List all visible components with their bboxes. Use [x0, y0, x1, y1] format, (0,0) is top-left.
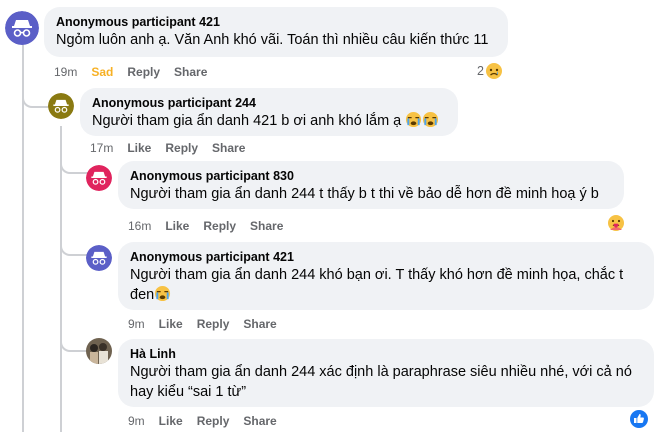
like-button[interactable]: Like	[165, 219, 189, 233]
like-icon	[630, 410, 648, 428]
comment-time[interactable]: 17m	[90, 141, 113, 155]
share-button[interactable]: Share	[243, 414, 276, 428]
anonymous-icon	[86, 165, 112, 191]
share-button[interactable]: Share	[250, 219, 283, 233]
avatar[interactable]	[86, 245, 112, 271]
comment-text: Ngỏm luôn anh ạ. Văn Anh khó vãi. Toán t…	[56, 32, 489, 48]
comment-actions: 16m Like Reply Share	[128, 219, 297, 233]
comment-author[interactable]: Anonymous participant 421	[56, 14, 496, 30]
comment-actions: 9m Like Reply Share	[128, 317, 291, 331]
sad-face-icon	[485, 63, 502, 79]
anonymous-icon	[5, 11, 39, 45]
share-button[interactable]: Share	[243, 317, 276, 331]
avatar[interactable]	[5, 11, 39, 45]
share-button[interactable]: Share	[174, 65, 207, 79]
comment-bubble: Anonymous participant 830 Người tham gia…	[118, 161, 624, 209]
comment-text-line: Người tham gia ẩn danh 244 xác định là p…	[130, 364, 632, 380]
comment-bubble: Hà Linh Người tham gia ẩn danh 244 xác đ…	[118, 339, 654, 407]
comment-text-line: Người tham gia ẩn danh 244 khó bạn ơi. T…	[130, 267, 624, 283]
comment-bubble: Anonymous participant 421 Người tham gia…	[118, 242, 654, 310]
like-button[interactable]: Like	[127, 141, 151, 155]
comment-author[interactable]: Anonymous participant 244	[92, 95, 446, 111]
comment-text-line: hay kiểu “sai 1 từ”	[130, 384, 247, 400]
comment-text: Người tham gia ẩn danh 244 t thấy b t th…	[130, 186, 599, 202]
comment-text: Người tham gia ẩn danh 421 b ơi anh khó …	[92, 113, 402, 129]
profile-photo	[86, 338, 112, 364]
reaction-summary[interactable]	[630, 410, 648, 428]
like-button[interactable]: Like	[159, 317, 183, 331]
crying-face-icon	[406, 111, 422, 128]
reaction-button[interactable]: Sad	[91, 65, 113, 79]
thread-elbow	[60, 328, 88, 352]
crying-face-icon	[423, 111, 439, 128]
care-face-icon	[608, 215, 624, 231]
comment-bubble: Anonymous participant 244 Người tham gia…	[80, 88, 458, 136]
avatar[interactable]	[86, 165, 112, 191]
comment-actions: 17m Like Reply Share	[90, 141, 259, 155]
avatar[interactable]	[86, 338, 112, 364]
comment-actions: 9m Like Reply Share	[128, 414, 291, 428]
reply-button[interactable]: Reply	[203, 219, 236, 233]
comment-actions: 19m Sad Reply Share	[54, 65, 221, 79]
reaction-summary[interactable]: 2	[477, 62, 503, 80]
comment-text-line: đen	[130, 287, 155, 303]
comment-author[interactable]: Anonymous participant 421	[130, 249, 642, 265]
comment-time[interactable]: 9m	[128, 414, 145, 428]
avatar[interactable]	[48, 93, 74, 119]
share-button[interactable]: Share	[212, 141, 245, 155]
anonymous-icon	[86, 245, 112, 271]
thread-elbow	[60, 150, 88, 174]
reply-button[interactable]: Reply	[165, 141, 198, 155]
thread-line-nested	[60, 126, 62, 432]
comment-author[interactable]: Hà Linh	[130, 346, 642, 362]
comment-author[interactable]: Anonymous participant 830	[130, 168, 612, 184]
reaction-count: 2	[477, 64, 484, 78]
comment-time[interactable]: 9m	[128, 317, 145, 331]
reply-button[interactable]: Reply	[197, 414, 230, 428]
anonymous-icon	[48, 93, 74, 119]
crying-face-icon	[155, 285, 171, 302]
comment-time[interactable]: 19m	[54, 65, 77, 79]
reply-button[interactable]: Reply	[197, 317, 230, 331]
thread-elbow	[60, 232, 88, 256]
like-button[interactable]: Like	[159, 414, 183, 428]
thread-elbow	[22, 84, 50, 108]
comment-time[interactable]: 16m	[128, 219, 151, 233]
reaction-summary[interactable]	[606, 214, 626, 234]
comment-bubble: Anonymous participant 421 Ngỏm luôn anh …	[44, 7, 508, 57]
reply-button[interactable]: Reply	[127, 65, 160, 79]
